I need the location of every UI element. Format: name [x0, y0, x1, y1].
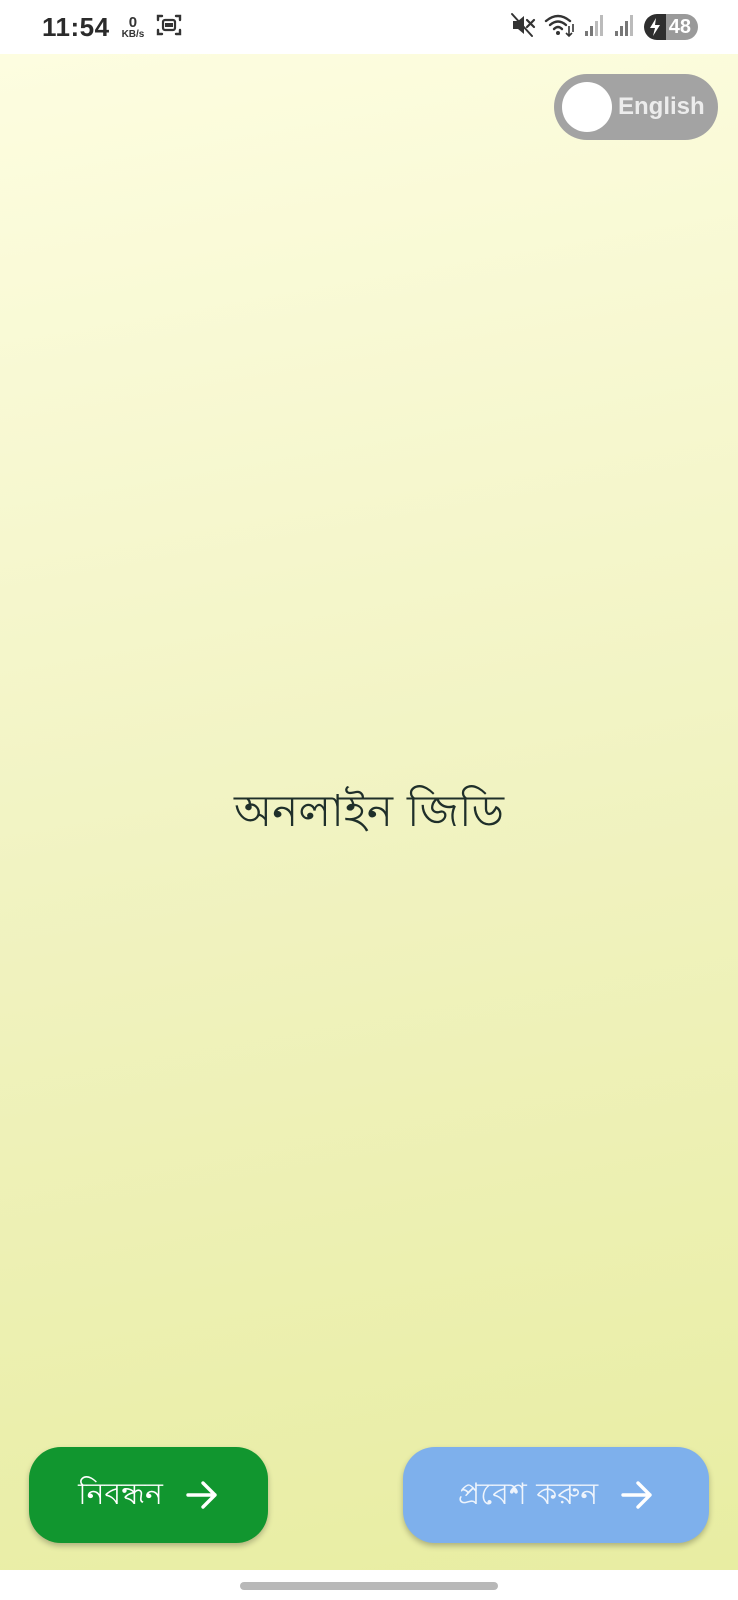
- app-title: অনলাইন জিডি: [234, 786, 504, 837]
- register-button-label: নিবন্ধন: [78, 1476, 163, 1512]
- status-bar-left: 11:54 0 KB/s: [42, 12, 182, 43]
- network-speed-value: 0: [128, 13, 138, 31]
- login-button[interactable]: প্রবেশ করুন: [403, 1447, 709, 1543]
- mute-icon: [510, 12, 536, 42]
- network-speed-unit: KB/s: [121, 28, 145, 40]
- battery-charging-icon: 48: [643, 14, 698, 40]
- status-bar: 11:54 0 KB/s 48: [0, 0, 738, 54]
- signal-icon-1: [584, 13, 606, 41]
- battery-level: 48: [668, 15, 691, 38]
- language-toggle-knob[interactable]: [562, 82, 612, 132]
- arrow-right-icon: [186, 1481, 217, 1509]
- screenshot-icon: [156, 13, 182, 41]
- wifi-icon: [544, 12, 576, 42]
- screen: 11:54 0 KB/s 48 English অনলাইন জিডি নিবন…: [0, 0, 738, 1600]
- main-content: English অনলাইন জিডি নিবন্ধন প্রবেশ করুন: [0, 54, 738, 1570]
- home-gesture-handle[interactable]: [240, 1582, 498, 1590]
- register-button[interactable]: নিবন্ধন: [29, 1447, 268, 1543]
- charging-bolt-icon: [643, 14, 666, 40]
- signal-icon-2: [614, 13, 636, 41]
- login-button-label: প্রবেশ করুন: [457, 1476, 599, 1512]
- network-speed: 0 KB/s: [122, 15, 145, 40]
- status-bar-right: 48: [510, 12, 698, 42]
- language-toggle-label: English: [618, 93, 705, 120]
- status-time: 11:54: [42, 11, 110, 42]
- navigation-bar: [0, 1570, 738, 1600]
- arrow-right-icon: [621, 1481, 652, 1509]
- language-toggle[interactable]: English: [554, 74, 718, 140]
